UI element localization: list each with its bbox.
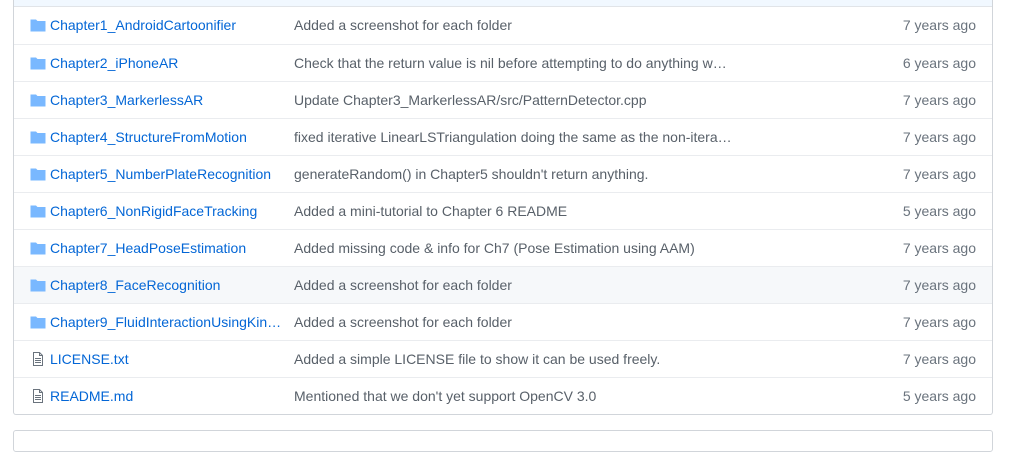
commit-age: 7 years ago: [902, 92, 976, 108]
commit-message-link[interactable]: generateRandom() in Chapter5 shouldn't r…: [294, 156, 734, 192]
folder-icon: [30, 93, 46, 107]
folder-icon: [30, 18, 46, 32]
file-name-link[interactable]: Chapter4_StructureFromMotion: [50, 119, 286, 155]
commit-message-link[interactable]: Check that the return value is nil befor…: [294, 45, 734, 81]
folder-icon: [30, 204, 46, 218]
readme-box-edge: [13, 430, 993, 452]
commit-message-link[interactable]: fixed iterative LinearLSTriangulation do…: [294, 119, 734, 155]
file-icon: [30, 352, 46, 366]
commit-age: 5 years ago: [902, 203, 976, 219]
commit-age: 6 years ago: [902, 55, 976, 71]
file-name-link[interactable]: LICENSE.txt: [50, 341, 286, 377]
folder-icon: [30, 315, 46, 329]
file-row[interactable]: Chapter9_FluidInteractionUsingKine… Adde…: [14, 303, 992, 340]
commit-age: 5 years ago: [902, 388, 976, 404]
file-list: Chapter1_AndroidCartoonifier Added a scr…: [13, 0, 993, 415]
commit-message-link[interactable]: Added a screenshot for each folder: [294, 304, 734, 340]
file-name-link[interactable]: Chapter6_NonRigidFaceTracking: [50, 193, 286, 229]
file-row[interactable]: Chapter8_FaceRecognition Added a screens…: [14, 266, 992, 303]
file-name-link[interactable]: Chapter2_iPhoneAR: [50, 45, 286, 81]
file-name-link[interactable]: Chapter9_FluidInteractionUsingKine…: [50, 304, 286, 340]
file-row[interactable]: Chapter2_iPhoneAR Check that the return …: [14, 44, 992, 81]
file-row[interactable]: Chapter1_AndroidCartoonifier Added a scr…: [14, 7, 992, 44]
commit-age: 7 years ago: [902, 314, 976, 330]
file-row[interactable]: Chapter6_NonRigidFaceTracking Added a mi…: [14, 192, 992, 229]
file-row[interactable]: Chapter5_NumberPlateRecognition generate…: [14, 155, 992, 192]
commit-age: 7 years ago: [902, 17, 976, 33]
commit-message-link[interactable]: Added missing code & info for Ch7 (Pose …: [294, 230, 734, 266]
file-rows: Chapter1_AndroidCartoonifier Added a scr…: [14, 7, 992, 414]
file-name-link[interactable]: Chapter8_FaceRecognition: [50, 267, 286, 303]
commit-message-link[interactable]: Added a screenshot for each folder: [294, 7, 734, 43]
file-name-link[interactable]: Chapter3_MarkerlessAR: [50, 82, 286, 118]
folder-icon: [30, 167, 46, 181]
file-name-link[interactable]: Chapter5_NumberPlateRecognition: [50, 156, 286, 192]
file-name-link[interactable]: README.md: [50, 378, 286, 414]
file-list-header-strip: [14, 0, 992, 7]
commit-age: 7 years ago: [902, 351, 976, 367]
folder-icon: [30, 130, 46, 144]
file-row[interactable]: README.md Mentioned that we don't yet su…: [14, 377, 992, 414]
file-name-link[interactable]: Chapter7_HeadPoseEstimation: [50, 230, 286, 266]
commit-age: 7 years ago: [902, 129, 976, 145]
file-row[interactable]: LICENSE.txt Added a simple LICENSE file …: [14, 340, 992, 377]
file-row[interactable]: Chapter7_HeadPoseEstimation Added missin…: [14, 229, 992, 266]
commit-message-link[interactable]: Added a mini-tutorial to Chapter 6 READM…: [294, 193, 734, 229]
commit-age: 7 years ago: [902, 166, 976, 182]
commit-message-link[interactable]: Added a screenshot for each folder: [294, 267, 734, 303]
commit-age: 7 years ago: [902, 240, 976, 256]
commit-message-link[interactable]: Update Chapter3_MarkerlessAR/src/Pattern…: [294, 82, 734, 118]
commit-message-link[interactable]: Mentioned that we don't yet support Open…: [294, 378, 734, 414]
file-row[interactable]: Chapter3_MarkerlessAR Update Chapter3_Ma…: [14, 81, 992, 118]
file-name-link[interactable]: Chapter1_AndroidCartoonifier: [50, 7, 286, 43]
commit-message-link[interactable]: Added a simple LICENSE file to show it c…: [294, 341, 734, 377]
folder-icon: [30, 278, 46, 292]
folder-icon: [30, 241, 46, 255]
folder-icon: [30, 56, 46, 70]
commit-age: 7 years ago: [902, 277, 976, 293]
file-row[interactable]: Chapter4_StructureFromMotion fixed itera…: [14, 118, 992, 155]
file-icon: [30, 389, 46, 403]
